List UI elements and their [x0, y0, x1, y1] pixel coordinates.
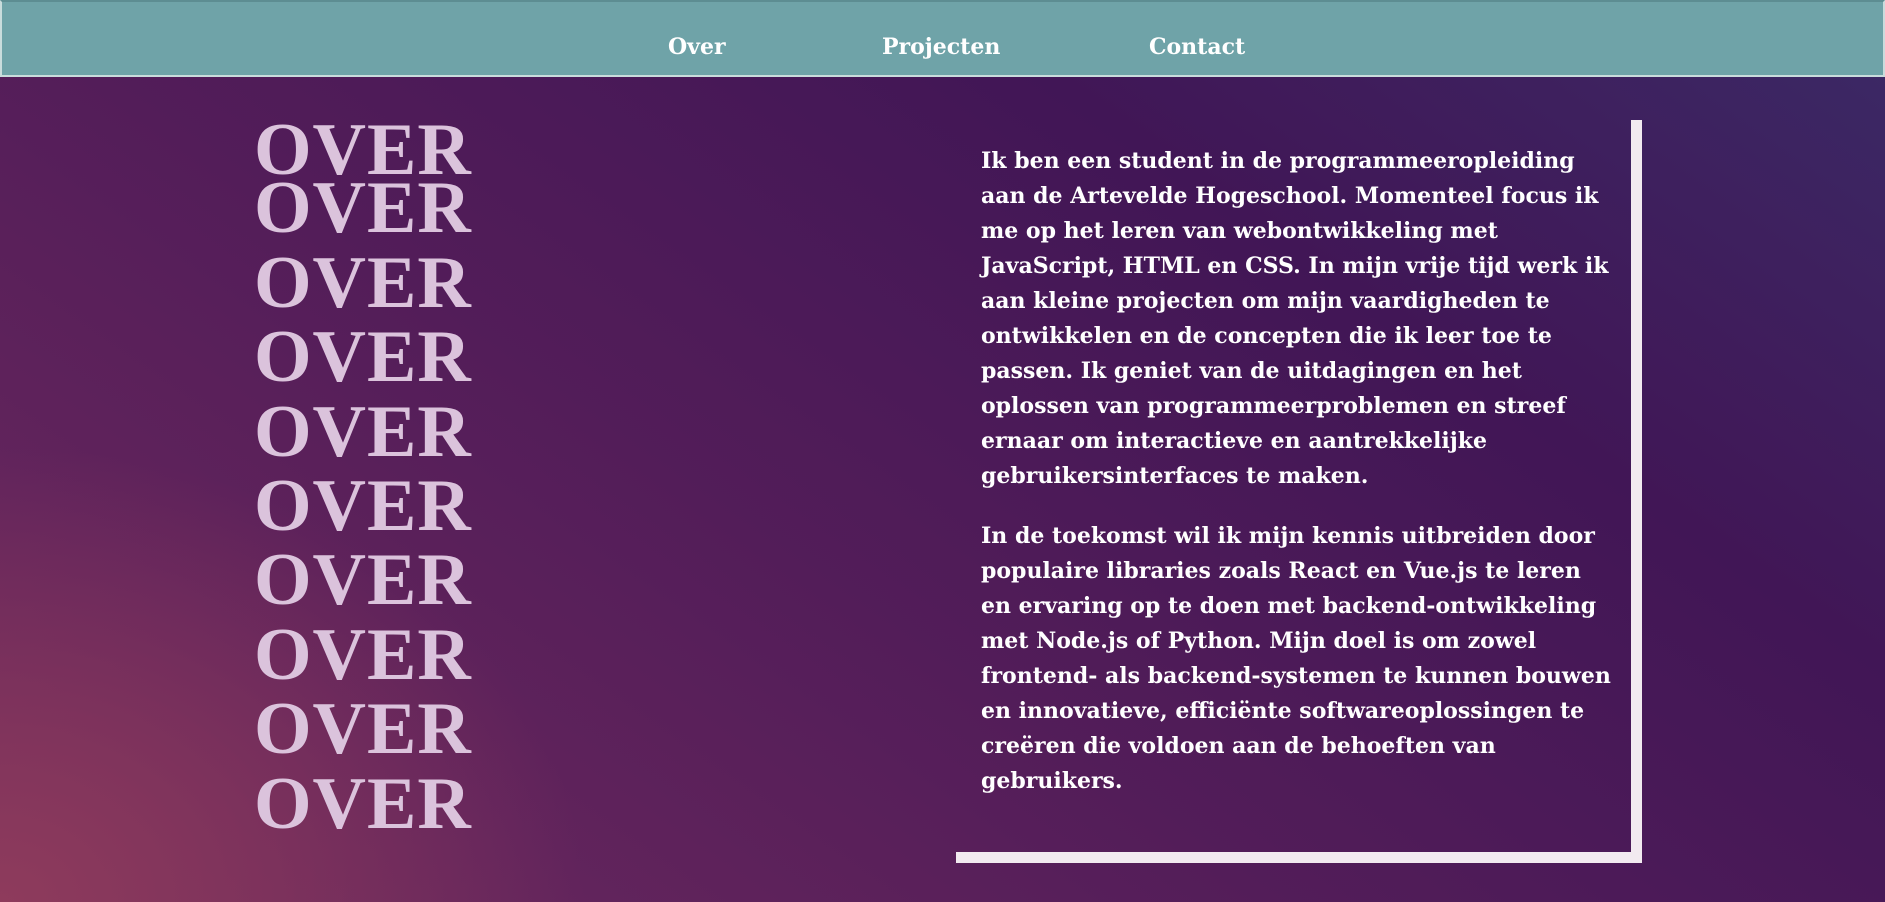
- over-heading-word: OVER: [254, 242, 472, 324]
- nav-link-contact[interactable]: Contact: [1149, 32, 1245, 62]
- about-text-box: Ik ben een student in de programmeerople…: [956, 120, 1642, 863]
- top-navbar: Over Projecten Contact: [0, 0, 1885, 77]
- over-heading-word: OVER: [254, 167, 472, 249]
- about-paragraph-2: In de toekomst wil ik mijn kennis uitbre…: [981, 523, 1611, 794]
- nav-link-projecten[interactable]: Projecten: [882, 32, 1000, 62]
- nav-link-over[interactable]: Over: [668, 32, 726, 62]
- over-heading-word: OVER: [254, 614, 472, 696]
- over-heading-word: OVER: [254, 763, 472, 845]
- over-heading-word: OVER: [254, 316, 472, 398]
- about-paragraph-1: Ik ben een student in de programmeerople…: [981, 148, 1609, 489]
- over-heading-word: OVER: [254, 539, 472, 621]
- over-heading-word: OVER: [254, 688, 472, 770]
- over-heading-word: OVER: [254, 391, 472, 473]
- over-heading-word: OVER: [254, 465, 472, 547]
- about-text: Ik ben een student in de programmeerople…: [981, 144, 1611, 824]
